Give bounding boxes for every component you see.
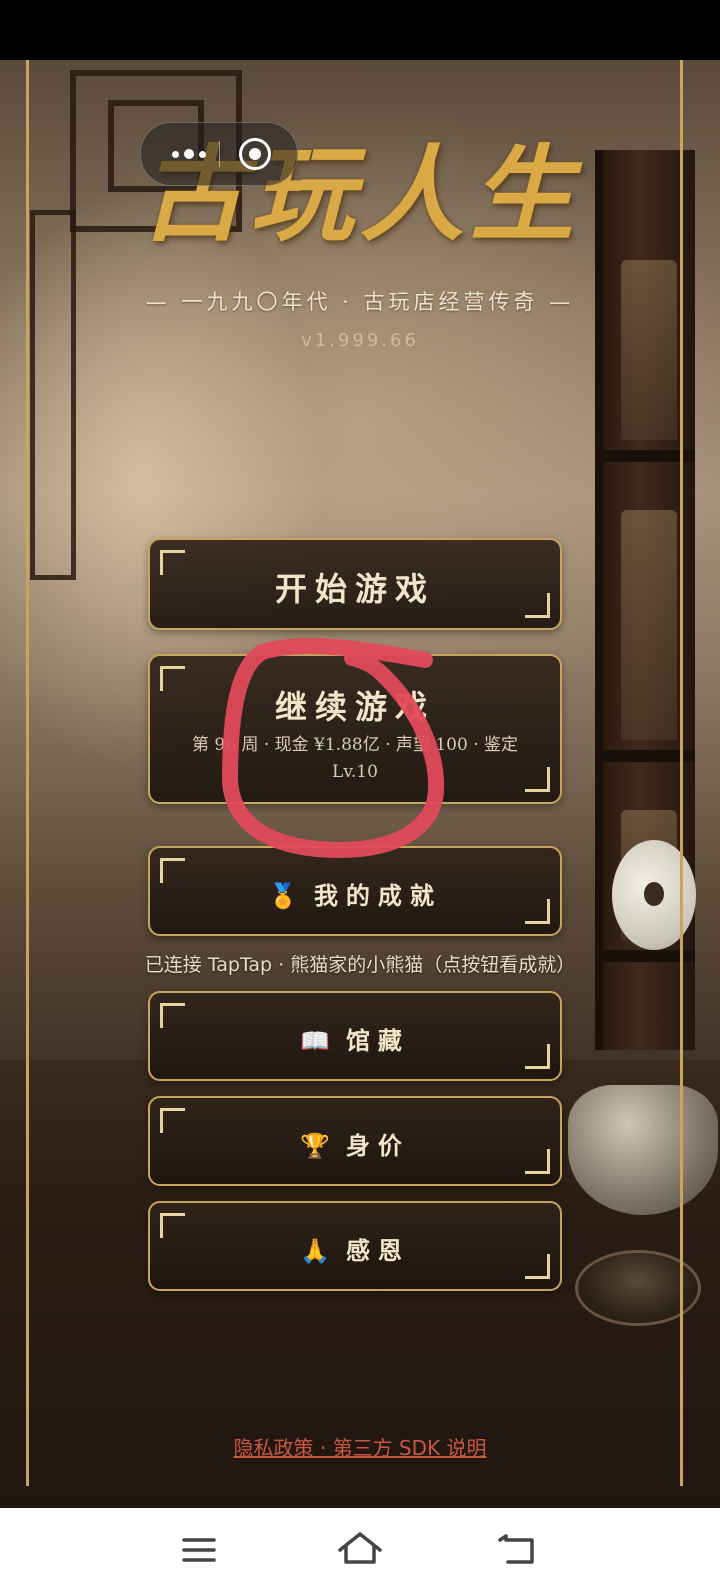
privacy-sdk-links[interactable]: 隐私政策 · 第三方 SDK 说明 — [160, 1432, 560, 1461]
status-bar — [0, 0, 720, 60]
thanks-label: 感恩 — [345, 1237, 410, 1265]
achievements-button[interactable]: 🏅 我的成就 — [148, 846, 562, 936]
version-label: v1.999.66 — [301, 330, 419, 351]
net-worth-row: 🏆 身价 — [150, 1126, 560, 1161]
trophy-icon: 🏆 — [300, 1132, 330, 1160]
game-screen: 古玩人生 — 一九九〇年代 · 古玩店经营传奇 — v1.999.66 开始游戏… — [0, 0, 720, 1592]
frame-border-left — [26, 60, 29, 1486]
medal-icon: 🏅 — [268, 882, 298, 910]
porcelain-bowl — [568, 1085, 718, 1215]
net-worth-label: 身价 — [345, 1132, 410, 1160]
book-icon: 📖 — [300, 1027, 330, 1055]
save-summary: 第 96 周 · 现金 ¥1.88亿 · 声望 100 · 鉴定 Lv.10 — [192, 735, 518, 782]
continue-game-button[interactable]: 继续游戏 第 96 周 · 现金 ¥1.88亿 · 声望 100 · 鉴定 Lv… — [148, 654, 562, 804]
jade-disc — [612, 840, 696, 950]
net-worth-button[interactable]: 🏆 身价 — [148, 1096, 562, 1186]
game-subtitle: — 一九九〇年代 · 古玩店经营传奇 — — [145, 290, 575, 314]
achievements-label: 我的成就 — [313, 882, 442, 910]
miniprogram-capsule — [140, 122, 298, 186]
system-nav-bar — [0, 1508, 720, 1592]
capsule-divider — [219, 141, 220, 167]
thanks-row: 🙏 感恩 — [150, 1231, 560, 1266]
frame-border-right — [680, 60, 683, 1486]
thanks-button[interactable]: 🙏 感恩 — [148, 1201, 562, 1291]
continue-game-label: 继续游戏 — [274, 688, 435, 726]
start-game-button[interactable]: 开始游戏 — [148, 538, 562, 630]
collection-label: 馆藏 — [345, 1027, 410, 1055]
back-icon[interactable] — [490, 1524, 550, 1576]
start-game-label: 开始游戏 — [274, 570, 435, 608]
collection-button[interactable]: 📖 馆藏 — [148, 991, 562, 1081]
home-icon[interactable] — [330, 1524, 390, 1576]
praying-hands-icon: 🙏 — [300, 1237, 330, 1265]
window-lattice — [30, 210, 76, 580]
close-miniprogram-icon[interactable] — [239, 138, 271, 170]
taptap-connection-status: 已连接 TapTap · 熊猫家的小熊猫（点按钮看成就） — [144, 954, 576, 976]
menu-icon[interactable] — [170, 1524, 230, 1576]
collection-row: 📖 馆藏 — [150, 1021, 560, 1056]
more-dots-icon[interactable] — [159, 123, 219, 185]
achievements-row: 🏅 我的成就 — [150, 876, 560, 911]
